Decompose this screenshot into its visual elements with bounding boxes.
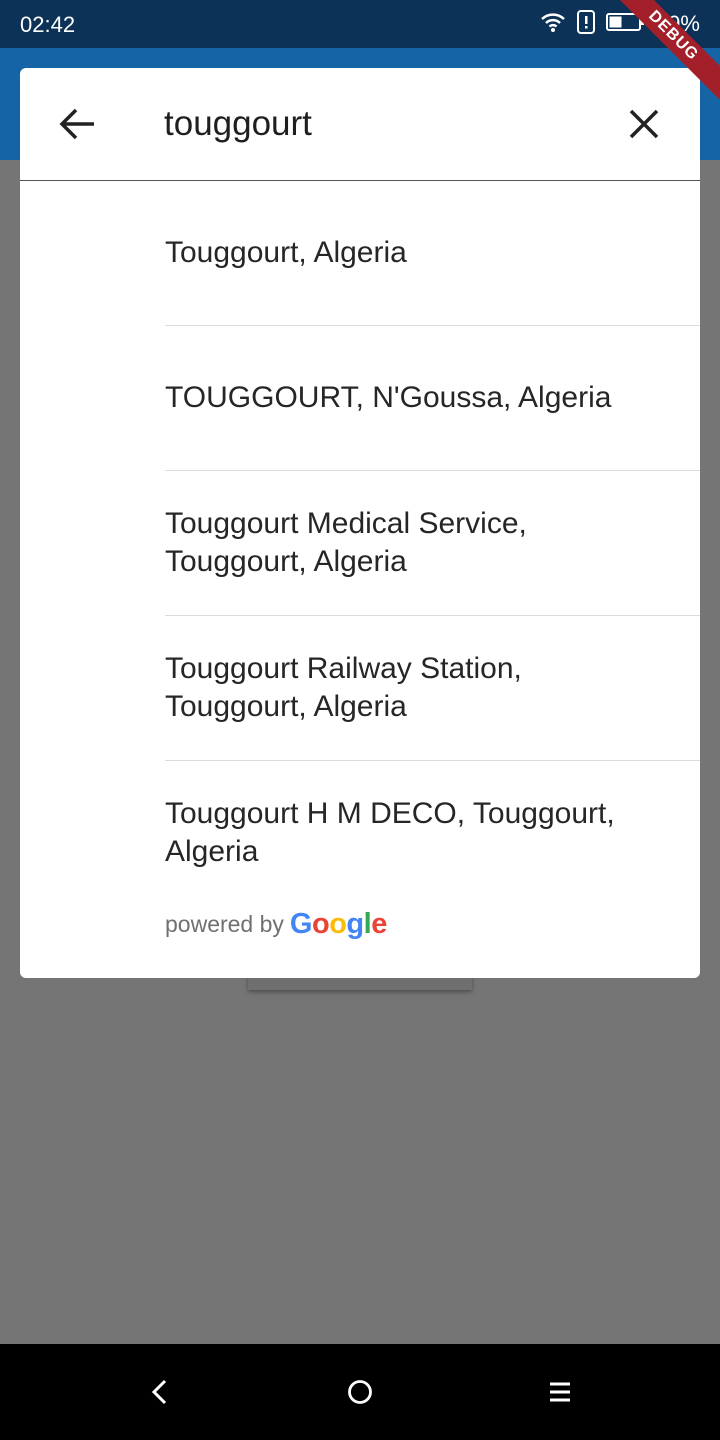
- nav-back-button[interactable]: [138, 1370, 182, 1414]
- google-logo: Google: [290, 908, 387, 941]
- close-icon: [622, 109, 666, 150]
- powered-by-text: powered by: [165, 910, 284, 937]
- google-letter: e: [371, 907, 387, 940]
- result-item[interactable]: Touggourt Railway Station, Touggourt, Al…: [165, 616, 700, 761]
- results-list: Touggourt, Algeria TOUGGOURT, N'Goussa, …: [20, 181, 700, 905]
- status-time: 02:42: [20, 12, 76, 37]
- result-item[interactable]: Touggourt Medical Service, Touggourt, Al…: [165, 471, 700, 616]
- clear-button[interactable]: [622, 102, 666, 146]
- google-letter: o: [329, 907, 347, 940]
- nav-home-button[interactable]: [338, 1370, 382, 1414]
- google-letter: g: [346, 907, 364, 940]
- sim-alert-icon: [576, 9, 596, 39]
- arrow-back-icon: [56, 108, 100, 150]
- result-label: TOUGGOURT, N'Goussa, Algeria: [165, 381, 612, 414]
- nav-menu-button[interactable]: [538, 1370, 582, 1414]
- result-label: Touggourt Medical Service, Touggourt, Al…: [165, 507, 527, 578]
- place-search-dialog: Touggourt, Algeria TOUGGOURT, N'Goussa, …: [20, 68, 700, 978]
- search-bar: [20, 68, 700, 181]
- search-input[interactable]: [164, 98, 584, 150]
- powered-by-google: powered by Google: [165, 904, 387, 944]
- google-letter: G: [289, 907, 313, 940]
- result-label: Touggourt H M DECO, Touggourt, Algeria: [165, 797, 615, 868]
- nav-home-icon: [338, 1380, 382, 1418]
- nav-back-icon: [138, 1379, 182, 1418]
- navigation-bar: [0, 1344, 720, 1440]
- wifi-icon: [540, 11, 566, 38]
- google-letter: o: [311, 907, 330, 940]
- result-item[interactable]: Touggourt, Algeria: [165, 181, 700, 326]
- result-item[interactable]: TOUGGOURT, N'Goussa, Algeria: [165, 326, 700, 471]
- result-item[interactable]: Touggourt H M DECO, Touggourt, Algeria: [165, 761, 700, 905]
- result-label: Touggourt, Algeria: [165, 236, 407, 269]
- nav-menu-icon: [538, 1382, 582, 1418]
- back-button[interactable]: [56, 102, 100, 146]
- result-label: Touggourt Railway Station, Touggourt, Al…: [165, 652, 522, 723]
- status-bar: 02:42 39%: [0, 0, 720, 48]
